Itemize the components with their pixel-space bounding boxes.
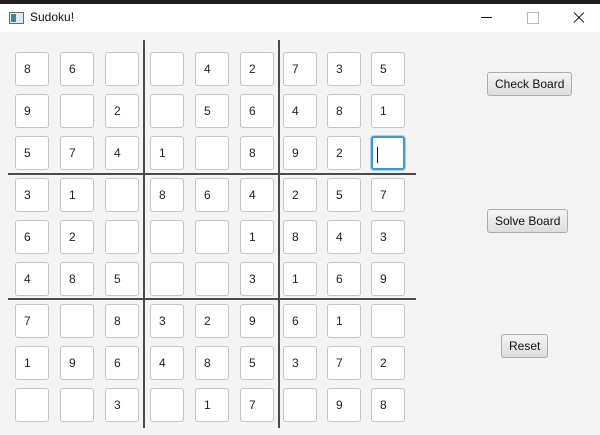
sudoku-cell-r6-c3[interactable] (105, 262, 139, 296)
sudoku-cell-r2-c1[interactable] (15, 94, 49, 128)
sudoku-cell-r5-c6[interactable] (240, 220, 274, 254)
sudoku-cell-r3-c7[interactable] (283, 136, 317, 170)
sudoku-cell-r4-c4[interactable] (150, 178, 184, 212)
sudoku-cell-r9-c7[interactable] (283, 388, 317, 422)
sudoku-cell-r6-c6[interactable] (240, 262, 274, 296)
sudoku-cell-r7-c2[interactable] (60, 304, 94, 338)
sudoku-cell-r9-c8[interactable] (327, 388, 361, 422)
sudoku-cell-r1-c6[interactable] (240, 52, 274, 86)
sudoku-cell-r1-c3[interactable] (105, 52, 139, 86)
sudoku-cell-r6-c5[interactable] (195, 262, 229, 296)
sudoku-cell-r7-c3[interactable] (105, 304, 139, 338)
sudoku-cell-r7-c4[interactable] (150, 304, 184, 338)
sudoku-cell-r6-c4[interactable] (150, 262, 184, 296)
sudoku-cell-r3-c8[interactable] (327, 136, 361, 170)
sudoku-cell-r4-c1[interactable] (15, 178, 49, 212)
sudoku-cell-r8-c4[interactable] (150, 346, 184, 380)
sudoku-cell-r9-c5[interactable] (195, 388, 229, 422)
sudoku-cell-r1-c9[interactable] (371, 52, 405, 86)
sudoku-cell-r7-c7[interactable] (283, 304, 317, 338)
sudoku-cell-r6-c2[interactable] (60, 262, 94, 296)
close-button[interactable] (555, 4, 600, 32)
sudoku-cell-r1-c1[interactable] (15, 52, 49, 86)
reset-button[interactable]: Reset (501, 334, 549, 358)
sudoku-cell-r2-c9[interactable] (371, 94, 405, 128)
sudoku-cell-r4-c7[interactable] (283, 178, 317, 212)
sudoku-cell-r2-c7[interactable] (283, 94, 317, 128)
sudoku-cell-r8-c2[interactable] (60, 346, 94, 380)
sudoku-cell-r6-c8[interactable] (327, 262, 361, 296)
sudoku-cell-r9-c6[interactable] (240, 388, 274, 422)
sudoku-cell-r1-c5[interactable] (195, 52, 229, 86)
sudoku-cell-r5-c1[interactable] (15, 220, 49, 254)
maximize-button[interactable] (509, 4, 555, 32)
sudoku-cell-r6-c9[interactable] (371, 262, 405, 296)
sudoku-cell-r2-c8[interactable] (327, 94, 361, 128)
sudoku-cell-r5-c2[interactable] (60, 220, 94, 254)
sudoku-cell-r9-c9[interactable] (371, 388, 405, 422)
sudoku-cell-r8-c7[interactable] (283, 346, 317, 380)
sudoku-cell-r2-c3[interactable] (105, 94, 139, 128)
sudoku-cell-r3-c6[interactable] (240, 136, 274, 170)
box-divider-vertical (143, 40, 145, 428)
sudoku-cell-r1-c4[interactable] (150, 52, 184, 86)
sudoku-cell-r5-c4[interactable] (150, 220, 184, 254)
sudoku-cell-r1-c7[interactable] (283, 52, 317, 86)
sudoku-cell-r5-c7[interactable] (283, 220, 317, 254)
sudoku-cell-r4-c3[interactable] (105, 178, 139, 212)
sudoku-cell-r2-c4[interactable] (150, 94, 184, 128)
sudoku-cell-r2-c6[interactable] (240, 94, 274, 128)
sudoku-cell-r7-c8[interactable] (327, 304, 361, 338)
sudoku-cell-r8-c6[interactable] (240, 346, 274, 380)
check-board-button[interactable]: Check Board (487, 72, 573, 96)
sudoku-cell-r4-c5[interactable] (195, 178, 229, 212)
minimize-button[interactable] (463, 4, 509, 32)
sudoku-cell-r3-c5[interactable] (195, 136, 229, 170)
sudoku-cell-r1-c2[interactable] (60, 52, 94, 86)
solve-board-button[interactable]: Solve Board (487, 209, 569, 233)
sudoku-cell-r4-c6[interactable] (240, 178, 274, 212)
sudoku-window: Sudoku! Check Board Solve Board Reset (0, 4, 600, 435)
sudoku-cell-r4-c9[interactable] (371, 178, 405, 212)
box-divider-vertical (278, 40, 280, 428)
sudoku-cell-r9-c4[interactable] (150, 388, 184, 422)
sudoku-cell-r7-c9[interactable] (371, 304, 405, 338)
sudoku-cell-r8-c9[interactable] (371, 346, 405, 380)
sudoku-cell-r5-c8[interactable] (327, 220, 361, 254)
sudoku-cell-r3-c1[interactable] (15, 136, 49, 170)
sudoku-cell-r5-c9[interactable] (371, 220, 405, 254)
sudoku-cell-r3-c4[interactable] (150, 136, 184, 170)
sudoku-cell-r3-c3[interactable] (105, 136, 139, 170)
sudoku-cell-r8-c1[interactable] (15, 346, 49, 380)
sudoku-cell-r9-c2[interactable] (60, 388, 94, 422)
sudoku-board (0, 4, 420, 435)
sudoku-cell-r7-c5[interactable] (195, 304, 229, 338)
sudoku-cell-r5-c5[interactable] (195, 220, 229, 254)
sudoku-cell-r4-c2[interactable] (60, 178, 94, 212)
sudoku-cell-r5-c3[interactable] (105, 220, 139, 254)
sudoku-cell-r8-c3[interactable] (105, 346, 139, 380)
sudoku-cell-r4-c8[interactable] (327, 178, 361, 212)
sudoku-cell-r6-c7[interactable] (283, 262, 317, 296)
box-divider-horizontal (8, 173, 416, 175)
sudoku-cell-r9-c3[interactable] (105, 388, 139, 422)
text-caret (377, 147, 378, 163)
sudoku-cell-r7-c6[interactable] (240, 304, 274, 338)
sudoku-cell-r2-c2[interactable] (60, 94, 94, 128)
sudoku-cell-r7-c1[interactable] (15, 304, 49, 338)
sudoku-cell-r9-c1[interactable] (15, 388, 49, 422)
sudoku-cell-r8-c5[interactable] (195, 346, 229, 380)
sudoku-cell-r6-c1[interactable] (15, 262, 49, 296)
sudoku-cell-r3-c2[interactable] (60, 136, 94, 170)
box-divider-horizontal (8, 298, 416, 300)
sudoku-cell-r2-c5[interactable] (195, 94, 229, 128)
sudoku-cell-r1-c8[interactable] (327, 52, 361, 86)
sudoku-cell-r8-c8[interactable] (327, 346, 361, 380)
